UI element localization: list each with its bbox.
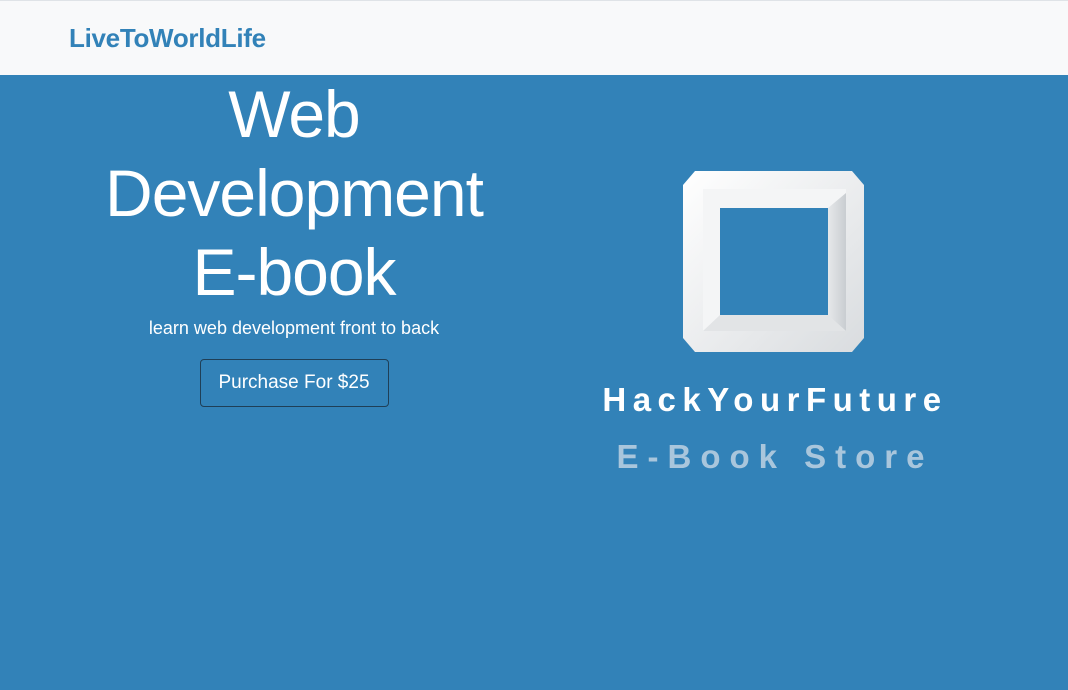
hero-title: Web Development E-book: [60, 75, 528, 312]
hero-title-line: E-book: [192, 235, 396, 309]
hero-title-line: Development: [105, 156, 484, 230]
hero-content: Web Development E-book learn web develop…: [60, 75, 528, 407]
navbar: LiveToWorldLife: [0, 0, 1068, 75]
brand-link[interactable]: LiveToWorldLife: [69, 23, 266, 54]
logo-tagline: E-Book Store: [616, 438, 934, 475]
square-frame-icon: [683, 171, 864, 352]
logo-name: HackYourFuture: [602, 381, 948, 418]
purchase-button[interactable]: Purchase For $25: [199, 359, 389, 407]
hero-title-line: Web: [228, 77, 361, 151]
hero-subtitle: learn web development front to back: [148, 318, 440, 338]
